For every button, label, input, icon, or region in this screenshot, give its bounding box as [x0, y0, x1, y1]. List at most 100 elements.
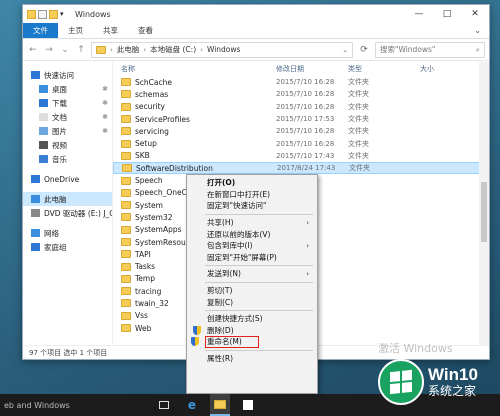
- folder-icon: [121, 274, 131, 283]
- file-name: SystemResour: [135, 237, 189, 247]
- task-view-icon[interactable]: [154, 394, 174, 416]
- edge-icon[interactable]: e: [182, 394, 202, 416]
- table-row[interactable]: ServiceProfiles 2015/7/10 17:53 文件夹: [113, 113, 489, 125]
- maximize-button[interactable]: □: [433, 5, 461, 23]
- nav-item[interactable]: 桌面 ✱: [23, 82, 112, 96]
- nav-item-label: 视频: [52, 140, 67, 150]
- store-icon[interactable]: [238, 394, 258, 416]
- search-icon: ⌕: [475, 44, 480, 54]
- nav-item[interactable]: 音乐: [23, 152, 112, 166]
- file-name: tracing: [135, 286, 162, 296]
- menu-separator: [205, 265, 313, 267]
- table-row[interactable]: SoftwareDistribution 2017/8/24 17:43 文件夹: [113, 162, 489, 175]
- nav-item[interactable]: 图片 ✱: [23, 124, 112, 138]
- menu-item-rename[interactable]: 重命名(M): [191, 336, 259, 348]
- nav-item[interactable]: 文档 ✱: [23, 110, 112, 124]
- vertical-scrollbar[interactable]: [479, 62, 489, 345]
- close-button[interactable]: ✕: [461, 5, 489, 23]
- back-arrow-icon[interactable]: ←: [27, 45, 39, 55]
- nav-item[interactable]: 视频: [23, 138, 112, 152]
- tab-view[interactable]: 查看: [128, 23, 163, 38]
- breadcrumb-item-windows[interactable]: Windows: [207, 45, 240, 54]
- music-icon: [39, 155, 48, 163]
- taskbar-search-text[interactable]: eb and Windows: [0, 401, 150, 410]
- nav-item[interactable]: 此电脑: [23, 192, 112, 206]
- table-row[interactable]: schemas 2015/7/10 16:28 文件夹: [113, 88, 489, 100]
- file-date: 2017/8/24 17:43: [277, 164, 336, 173]
- file-explorer-icon[interactable]: [210, 394, 230, 416]
- nav-item-label: 家庭组: [44, 242, 67, 252]
- file-date: 2015/7/10 16:28: [276, 78, 335, 87]
- menu-item[interactable]: 固定到"开始"屏幕(P): [187, 252, 317, 264]
- tab-file[interactable]: 文件: [23, 23, 58, 38]
- breadcrumb-item-this-pc[interactable]: 此电脑: [117, 44, 140, 55]
- properties-icon[interactable]: [38, 9, 47, 19]
- forward-arrow-icon[interactable]: →: [43, 45, 55, 55]
- breadcrumb-separator-icon[interactable]: ›: [143, 46, 146, 54]
- file-name-cell: SchCache: [121, 78, 276, 87]
- nav-item[interactable]: 下载 ✱: [23, 96, 112, 110]
- nav-item[interactable]: DVD 驱动器 (E:) J_C: [23, 206, 112, 220]
- menu-item[interactable]: 打开(O): [187, 177, 317, 189]
- menu-item-label: 创建快捷方式(S): [207, 314, 263, 324]
- nav-item[interactable]: OneDrive: [23, 172, 112, 186]
- ribbon-tabs: 文件 主页 共享 查看 ⌄: [23, 23, 489, 39]
- menu-item[interactable]: 属性(R): [187, 353, 317, 365]
- file-name: Setup: [135, 139, 157, 149]
- tab-home[interactable]: 主页: [58, 23, 93, 38]
- menu-item[interactable]: 固定到"快速访问": [187, 200, 317, 212]
- column-header-type[interactable]: 类型: [348, 64, 420, 74]
- tab-share[interactable]: 共享: [93, 23, 128, 38]
- minimize-button[interactable]: —: [405, 5, 433, 23]
- table-row[interactable]: security 2015/7/10 16:28 文件夹: [113, 101, 489, 113]
- download-icon: [39, 99, 48, 107]
- address-dropdown-icon[interactable]: ⌄: [342, 46, 348, 54]
- menu-item[interactable]: 删除(D): [187, 325, 317, 337]
- table-row[interactable]: Setup 2015/7/10 16:28 文件夹: [113, 137, 489, 149]
- menu-item[interactable]: 包含到库中(I) ›: [187, 240, 317, 252]
- table-row[interactable]: SchCache 2015/7/10 16:28 文件夹: [113, 76, 489, 88]
- menu-item[interactable]: 复制(C): [187, 296, 317, 308]
- breadcrumb-separator-icon[interactable]: ›: [200, 46, 203, 54]
- scrollbar-thumb[interactable]: [481, 182, 487, 242]
- expand-ribbon-icon[interactable]: ⌄: [466, 23, 489, 38]
- file-type: 文件夹: [349, 164, 370, 173]
- up-arrow-icon[interactable]: ↑: [75, 45, 87, 55]
- folder-icon: [121, 299, 131, 308]
- nav-item-label: 音乐: [52, 154, 67, 164]
- nav-item-label: 快速访问: [44, 70, 74, 80]
- nav-item[interactable]: 快速访问: [23, 68, 112, 82]
- menu-item[interactable]: 共享(H) ›: [187, 217, 317, 229]
- nav-item[interactable]: 网络: [23, 226, 112, 240]
- breadcrumb[interactable]: › 此电脑 › 本地磁盘 (C:) › Windows ⌄: [91, 41, 353, 58]
- folder-icon: [121, 115, 131, 124]
- menu-separator: [205, 349, 313, 351]
- column-header-name[interactable]: 名称: [121, 64, 276, 74]
- table-row[interactable]: SKB 2015/7/10 17:43 文件夹: [113, 150, 489, 162]
- table-row[interactable]: servicing 2015/7/10 16:28 文件夹: [113, 125, 489, 137]
- column-header-size[interactable]: 大小: [420, 64, 434, 74]
- menu-item-label: 包含到库中(I): [207, 241, 253, 251]
- file-name-cell: Setup: [121, 139, 276, 148]
- menu-item[interactable]: 剪切(T): [187, 285, 317, 297]
- context-menu: 打开(O) 在新窗口中打开(E) 固定到"快速访问" 共享(H) › 还原以前的版本(V)…: [186, 174, 318, 394]
- folder-icon: [121, 127, 131, 136]
- nav-item[interactable]: 家庭组: [23, 240, 112, 254]
- new-folder-icon[interactable]: [49, 9, 58, 19]
- breadcrumb-item-local-disk[interactable]: 本地磁盘 (C:): [150, 44, 196, 55]
- menu-item[interactable]: 在新窗口中打开(E): [187, 189, 317, 201]
- folder-icon: [121, 201, 131, 210]
- breadcrumb-separator-icon[interactable]: ›: [110, 46, 113, 54]
- recent-dropdown-icon[interactable]: ⌄: [59, 45, 71, 55]
- menu-item-label: 复制(C): [207, 297, 234, 307]
- customize-dropdown-icon[interactable]: ▾: [60, 10, 69, 19]
- search-input[interactable]: 搜索"Windows" ⌕: [375, 41, 485, 58]
- refresh-icon[interactable]: ⟳: [357, 45, 371, 55]
- column-header-date[interactable]: 修改日期: [276, 64, 348, 74]
- menu-item[interactable]: 发送到(N) ›: [187, 268, 317, 280]
- menu-item[interactable]: 还原以前的版本(V): [187, 228, 317, 240]
- folder-icon: [121, 311, 131, 320]
- menu-item[interactable]: 创建快捷方式(S): [187, 313, 317, 325]
- folder-icon: [121, 213, 131, 222]
- file-name: Speech_OneCo: [135, 188, 192, 198]
